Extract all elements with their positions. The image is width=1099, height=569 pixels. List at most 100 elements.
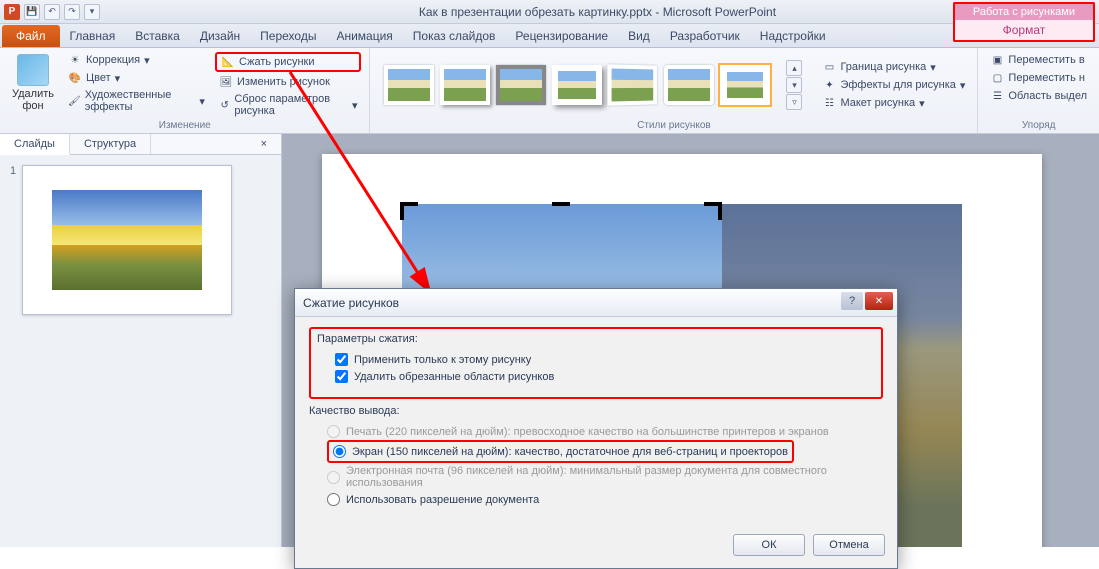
dialog-close-icon[interactable]: ✕ <box>865 292 893 310</box>
picture-border-button[interactable]: ▭Граница рисунка▾ <box>818 59 969 75</box>
radio-print: Печать (220 пикселей на дюйм): превосход… <box>327 423 883 440</box>
tab-design[interactable]: Дизайн <box>190 25 250 47</box>
quick-access-toolbar: 💾 ↶ ↷ ▾ <box>24 4 100 20</box>
reset-picture-button[interactable]: ↺Сброс параметров рисунка▾ <box>215 92 362 118</box>
radio-print-input <box>327 425 340 438</box>
tab-slideshow[interactable]: Показ слайдов <box>403 25 506 47</box>
brush-icon: 🖌 <box>68 94 81 108</box>
selpane-label: Область выдел <box>1008 90 1087 102</box>
send-icon: ▢ <box>990 71 1004 85</box>
layout-label: Макет рисунка <box>840 97 915 109</box>
tab-developer[interactable]: Разработчик <box>660 25 750 47</box>
chevron-down-icon: ▾ <box>352 99 358 112</box>
tab-review[interactable]: Рецензирование <box>505 25 618 47</box>
selection-pane-button[interactable]: ☰ Область выдел <box>986 88 1091 104</box>
style-thumb[interactable] <box>496 65 546 105</box>
checkbox-apply-only-input[interactable] <box>335 353 348 366</box>
layout-icon: ☷ <box>822 96 836 110</box>
checkbox-apply-only[interactable]: Применить только к этому рисунку <box>335 351 875 368</box>
panel-tabs: Слайды Структура × <box>0 134 281 155</box>
dialog-titlebar[interactable]: Сжатие рисунков ? ✕ <box>295 289 897 317</box>
group-arrange: ▣ Переместить в ▢ Переместить н ☰ Область в… <box>978 48 1099 133</box>
style-thumb[interactable] <box>384 65 434 105</box>
tab-animation[interactable]: Анимация <box>326 25 402 47</box>
tab-addins[interactable]: Надстройки <box>750 25 836 47</box>
tab-view[interactable]: Вид <box>618 25 660 47</box>
selpane-icon: ☰ <box>990 89 1004 103</box>
artistic-label: Художественные эффекты <box>85 89 196 113</box>
tab-file[interactable]: Файл <box>2 25 60 47</box>
undo-icon[interactable]: ↶ <box>44 4 60 20</box>
redo-icon[interactable]: ↷ <box>64 4 80 20</box>
dialog-title: Сжатие рисунков <box>303 296 399 310</box>
tab-insert[interactable]: Вставка <box>125 25 190 47</box>
ribbon-tabs: Файл Главная Вставка Дизайн Переходы Ани… <box>0 24 1099 48</box>
effects-label: Эффекты для рисунка <box>840 79 955 91</box>
cancel-button[interactable]: Отмена <box>813 534 885 556</box>
styles-gallery[interactable] <box>378 61 776 109</box>
chevron-down-icon: ▾ <box>144 54 150 67</box>
section-compress-options: Параметры сжатия: <box>317 333 875 345</box>
checkbox-apply-only-label: Применить только к этому рисунку <box>354 354 531 366</box>
chevron-down-icon: ▾ <box>960 79 966 92</box>
bring-label: Переместить в <box>1008 54 1084 66</box>
border-label: Граница рисунка <box>840 61 926 73</box>
change-icon: 🖼 <box>219 75 233 89</box>
style-thumb[interactable] <box>440 65 490 105</box>
context-tab-group: Работа с рисунками Формат <box>953 2 1095 42</box>
gallery-more-icon[interactable]: ▿ <box>786 94 802 110</box>
gallery-down-icon[interactable]: ▾ <box>786 77 802 93</box>
radio-document[interactable]: Использовать разрешение документа <box>327 491 883 508</box>
radio-screen-input[interactable] <box>333 445 346 458</box>
group-change-label: Изменение <box>8 118 361 131</box>
panel-tab-outline[interactable]: Структура <box>70 134 151 154</box>
compress-label: Сжать рисунки <box>239 56 315 68</box>
artistic-effects-button[interactable]: 🖌Художественные эффекты▾ <box>64 88 209 114</box>
remove-bg-icon <box>17 54 49 86</box>
radio-document-input[interactable] <box>327 493 340 506</box>
corrections-button[interactable]: ☀Коррекция▾ <box>64 52 209 68</box>
picture-layout-button[interactable]: ☷Макет рисунка▾ <box>818 95 969 111</box>
style-thumb[interactable] <box>608 64 658 105</box>
thumbnail-image <box>52 190 202 290</box>
dialog-body: Параметры сжатия: Применить только к это… <box>295 317 897 526</box>
checkbox-delete-cropped-input[interactable] <box>335 370 348 383</box>
gallery-up-icon[interactable]: ▴ <box>786 60 802 76</box>
slides-list[interactable]: 1 <box>0 155 281 547</box>
radio-document-label: Использовать разрешение документа <box>346 494 539 506</box>
panel-tab-slides[interactable]: Слайды <box>0 134 70 155</box>
style-thumb[interactable] <box>664 65 714 105</box>
color-button[interactable]: 🎨Цвет▾ <box>64 70 209 86</box>
bring-forward-button[interactable]: ▣ Переместить в <box>986 52 1091 68</box>
checkbox-delete-cropped-label: Удалить обрезанные области рисунков <box>354 371 554 383</box>
slide-item[interactable]: 1 <box>10 165 271 315</box>
style-thumb[interactable] <box>552 65 602 105</box>
slide-number: 1 <box>10 165 16 315</box>
change-picture-button[interactable]: 🖼Изменить рисунок <box>215 74 362 90</box>
save-icon[interactable]: 💾 <box>24 4 40 20</box>
tab-home[interactable]: Главная <box>60 25 126 47</box>
bring-icon: ▣ <box>990 53 1004 67</box>
send-label: Переместить н <box>1008 72 1085 84</box>
radio-print-label: Печать (220 пикселей на дюйм): превосход… <box>346 426 829 438</box>
qat-more-icon[interactable]: ▾ <box>84 4 100 20</box>
checkbox-delete-cropped[interactable]: Удалить обрезанные области рисунков <box>335 368 875 385</box>
radio-email: Электронная почта (96 пикселей на дюйм):… <box>327 463 883 491</box>
tab-transitions[interactable]: Переходы <box>250 25 326 47</box>
picture-effects-button[interactable]: ✦Эффекты для рисунка▾ <box>818 77 969 93</box>
panel-close-icon[interactable]: × <box>247 134 281 154</box>
ok-button[interactable]: ОК <box>733 534 805 556</box>
dialog-help-icon[interactable]: ? <box>841 292 863 310</box>
radio-screen[interactable]: Экран (150 пикселей на дюйм): качество, … <box>333 443 788 460</box>
remove-background-button[interactable]: Удалить фон <box>8 52 58 118</box>
send-backward-button[interactable]: ▢ Переместить н <box>986 70 1091 86</box>
window-title: Как в презентации обрезать картинку.pptx… <box>100 5 1095 19</box>
slide-thumbnail[interactable] <box>22 165 232 315</box>
compress-pictures-button[interactable]: 📐Сжать рисунки <box>215 52 362 72</box>
group-styles-label: Стили рисунков <box>378 118 969 131</box>
compression-options-highlight: Параметры сжатия: Применить только к это… <box>309 327 883 399</box>
style-thumb-selected[interactable] <box>720 65 770 105</box>
tab-format[interactable]: Формат <box>953 20 1095 42</box>
dialog-footer: ОК Отмена <box>295 526 897 568</box>
group-picture-styles: ▴ ▾ ▿ ▭Граница рисунка▾ ✦Эффекты для рис… <box>370 48 978 133</box>
